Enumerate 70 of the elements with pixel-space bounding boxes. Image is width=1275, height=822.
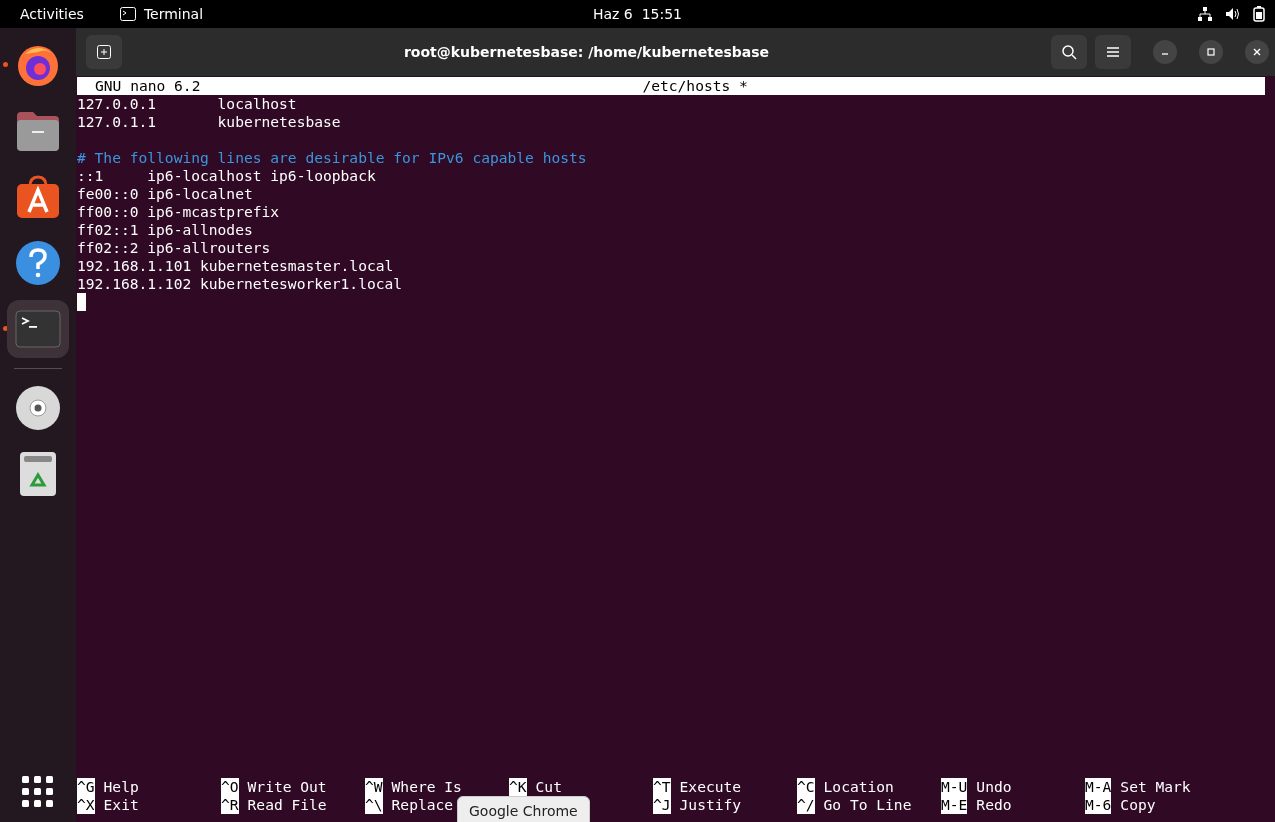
shortcut-key: ^K bbox=[509, 778, 527, 796]
code-line: 127.0.0.1 localhost bbox=[77, 95, 298, 113]
shortcut-label: Set Mark bbox=[1120, 778, 1191, 796]
editor-version: GNU nano 6.2 bbox=[95, 77, 201, 95]
shortcut-label: Write Out bbox=[247, 778, 327, 796]
code-line: ff00::0 ip6-mcastprefix bbox=[77, 203, 281, 221]
new-tab-button[interactable] bbox=[86, 35, 122, 69]
minimize-button[interactable] bbox=[1153, 40, 1177, 64]
comment-line: # The following lines are desirable for IPv6 capable hosts bbox=[77, 149, 588, 167]
shortcut-key: ^G bbox=[77, 778, 95, 796]
disc-icon bbox=[15, 385, 61, 431]
file-name: /etc/hosts * bbox=[642, 77, 748, 95]
window-title: root@kubernetesbase: /home/kubernetesbase bbox=[402, 44, 771, 60]
terminal-icon bbox=[119, 7, 136, 21]
shortcut-label: Read File bbox=[247, 796, 327, 814]
code-line: 192.168.1.102 kubernetesworker1.local bbox=[77, 275, 404, 293]
maximize-icon bbox=[1206, 47, 1216, 57]
code-line: ff02::1 ip6-allnodes bbox=[77, 221, 254, 239]
network-icon[interactable] bbox=[1197, 6, 1213, 22]
volume-icon[interactable] bbox=[1225, 6, 1241, 22]
shortcut-label: Where Is bbox=[391, 778, 462, 796]
maximize-button[interactable] bbox=[1199, 40, 1223, 64]
terminal-icon bbox=[15, 310, 61, 348]
battery-icon[interactable] bbox=[1253, 6, 1265, 22]
text-cursor bbox=[77, 293, 86, 311]
shortcut-key: M-A bbox=[1085, 778, 1112, 796]
shortcut-key: M-E bbox=[941, 796, 968, 814]
folder-icon bbox=[15, 110, 61, 152]
shortcut-label: Execute bbox=[679, 778, 742, 796]
shortcut-label: Undo bbox=[976, 778, 1012, 796]
shortcut-key: ^C bbox=[797, 778, 815, 796]
shortcut-key: ^/ bbox=[797, 796, 815, 814]
menu-button[interactable] bbox=[1095, 35, 1131, 69]
shortcut-key: M-U bbox=[941, 778, 968, 796]
shortcut-label: Cut bbox=[535, 778, 562, 796]
shortcut-label: Go To Line bbox=[823, 796, 912, 814]
shortcut-label: Redo bbox=[976, 796, 1012, 814]
search-button[interactable] bbox=[1051, 35, 1087, 69]
close-button[interactable] bbox=[1245, 40, 1269, 64]
shortcut-label: Justify bbox=[679, 796, 742, 814]
tooltip: Google Chrome bbox=[457, 796, 590, 822]
menu-icon bbox=[1106, 46, 1120, 58]
shortcut-label: Replace bbox=[391, 796, 454, 814]
shortcut-label: Copy bbox=[1120, 796, 1156, 814]
shortcut-key: ^W bbox=[365, 778, 383, 796]
code-line: ::1 ip6-localhost ip6-loopback bbox=[77, 167, 377, 185]
shortcut-label: Exit bbox=[103, 796, 139, 814]
code-line: 127.0.1.1 kubernetesbase bbox=[77, 113, 342, 131]
search-icon bbox=[1061, 44, 1077, 60]
code-line: ff02::2 ip6-allrouters bbox=[77, 239, 272, 257]
shortcut-key: ^O bbox=[221, 778, 239, 796]
shortcut-key: ^T bbox=[653, 778, 671, 796]
shortcut-key: M-6 bbox=[1085, 796, 1112, 814]
shortcut-label: Help bbox=[103, 778, 139, 796]
help-icon bbox=[15, 240, 61, 286]
activities-button[interactable]: Activities bbox=[20, 6, 84, 22]
shopping-bag-icon bbox=[15, 174, 61, 220]
code-line: 192.168.1.101 kubernetesmaster.local bbox=[77, 257, 395, 275]
shortcut-key: ^X bbox=[77, 796, 95, 814]
shortcut-label: Location bbox=[823, 778, 894, 796]
plus-icon bbox=[97, 45, 111, 59]
trash-icon bbox=[19, 451, 57, 497]
shortcut-key: ^J bbox=[653, 796, 671, 814]
close-icon bbox=[1252, 47, 1262, 57]
shortcut-key: ^\ bbox=[365, 796, 383, 814]
code-line: fe00::0 ip6-localnet bbox=[77, 185, 254, 203]
app-menu[interactable]: Terminal bbox=[119, 6, 204, 22]
app-grid-icon[interactable] bbox=[22, 776, 54, 808]
shortcut-key: ^R bbox=[221, 796, 239, 814]
clock[interactable]: Haz 6 15:51 bbox=[592, 6, 683, 22]
